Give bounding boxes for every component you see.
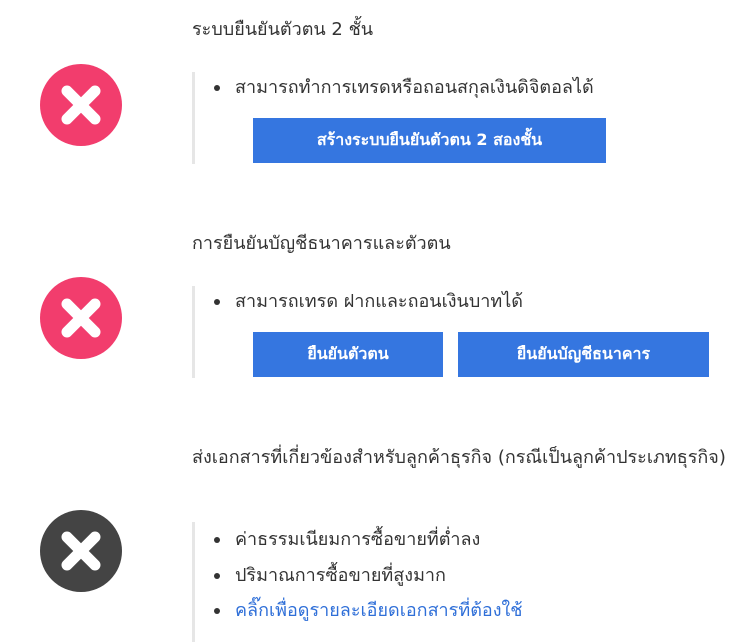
step-detail-panel: สามารถเทรด ฝากและถอนเงินบาทได้ ยืนยันตัว… <box>192 286 709 378</box>
step-detail-panel: สามารถทำการเทรดหรือถอนสกุลเงินดิจิตอลได้… <box>192 72 606 164</box>
step-bank-identity-verification: การยืนยันบัญชีธนาคารและตัวตน สามารถเทรด … <box>0 215 751 415</box>
step-title: ระบบยืนยันตัวตน 2 ชั้น <box>192 19 374 40</box>
x-circle-icon <box>40 510 122 592</box>
step-business-documents: ส่งเอกสารที่เกี่ยวข้องสำหรับลูกค้าธุรกิจ… <box>0 430 751 642</box>
benefit-item: สามารถทำการเทรดหรือถอนสกุลเงินดิจิตอลได้ <box>214 77 594 98</box>
step-detail-panel: ค่าธรรมเนียมการซื้อขายที่ต่ำลง ปริมาณการ… <box>192 522 523 642</box>
benefit-item: สามารถเทรด ฝากและถอนเงินบาทได้ <box>214 291 523 312</box>
verify-bank-account-button[interactable]: ยืนยันบัญชีธนาคาร <box>458 332 709 377</box>
benefit-item: ปริมาณการซื้อขายที่สูงมาก <box>214 565 446 586</box>
x-circle-icon <box>40 277 122 359</box>
verify-identity-button[interactable]: ยืนยันตัวตน <box>253 332 443 377</box>
required-documents-link[interactable]: คลิ๊กเพื่อดูรายละเอียดเอกสารที่ต้องใช้ <box>214 599 523 623</box>
step-two-factor-auth: ระบบยืนยันตัวตน 2 ชั้น สามารถทำการเทรดหร… <box>0 0 751 200</box>
benefit-item: ค่าธรรมเนียมการซื้อขายที่ต่ำลง <box>213 529 481 550</box>
step-title: ส่งเอกสารที่เกี่ยวข้องสำหรับลูกค้าธุรกิจ… <box>192 447 726 468</box>
step-title: การยืนยันบัญชีธนาคารและตัวตน <box>192 233 451 254</box>
x-circle-icon <box>40 64 122 146</box>
setup-2fa-button[interactable]: สร้างระบบยืนยันตัวตน 2 สองชั้น <box>253 118 606 163</box>
